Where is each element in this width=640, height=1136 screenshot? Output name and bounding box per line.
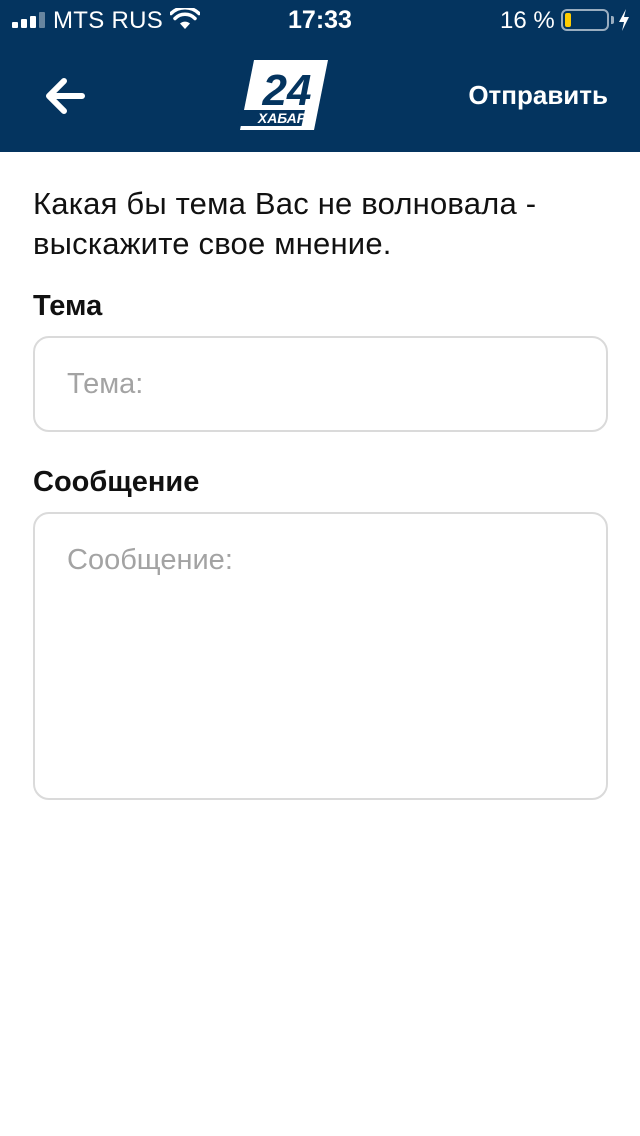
intro-text: Какая бы тема Вас не волновала - выскажи… bbox=[33, 186, 537, 261]
send-button[interactable]: Отправить bbox=[468, 80, 608, 111]
arrow-left-icon bbox=[46, 78, 85, 114]
app-header: MTS RUS 17:33 16 % 24 ХАБАР Отправить bbox=[0, 0, 640, 152]
battery-icon bbox=[561, 9, 609, 31]
battery-level bbox=[565, 13, 571, 27]
battery-percent: 16 % bbox=[500, 7, 555, 34]
message-textarea[interactable] bbox=[33, 512, 608, 800]
charging-bolt-icon bbox=[619, 9, 629, 31]
back-button[interactable] bbox=[36, 72, 92, 120]
logo-text: ХАБАР bbox=[257, 110, 307, 126]
topic-label: Тема bbox=[33, 290, 103, 322]
message-label: Сообщение bbox=[33, 466, 200, 498]
battery-tip bbox=[611, 16, 614, 24]
logo-number: 24 bbox=[262, 66, 312, 115]
topic-input[interactable] bbox=[33, 336, 608, 432]
khabar-24-logo: 24 ХАБАР bbox=[238, 60, 328, 130]
status-bar: MTS RUS 17:33 16 % bbox=[0, 0, 640, 40]
